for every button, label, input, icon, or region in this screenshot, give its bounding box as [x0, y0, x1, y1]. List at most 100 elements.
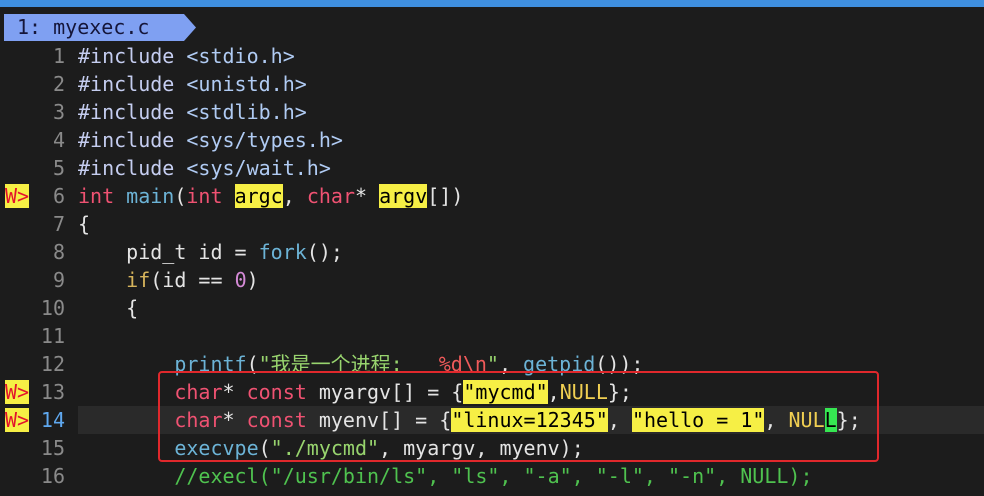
code-token: ,: [607, 408, 632, 432]
line-code: #include <stdio.h>: [78, 42, 295, 70]
code-token: {: [78, 212, 91, 236]
code-line[interactable]: 10 {: [0, 294, 984, 322]
code-token: #include: [78, 156, 187, 180]
code-line[interactable]: 7{: [0, 210, 984, 238]
code-token: []): [427, 184, 464, 208]
code-token: (: [174, 184, 187, 208]
code-token: <sys/types.h>: [186, 128, 343, 152]
line-number: 4: [52, 128, 65, 152]
code-token: "我是一个进程:: [258, 352, 415, 376]
line-code: execvpe("./mycmd", myargv, myenv);: [78, 434, 584, 462]
code-token: #include: [78, 44, 187, 68]
code-token: (: [258, 436, 271, 460]
code-line[interactable]: 5 #include <sys/wait.h>: [0, 154, 984, 182]
code-token: ,: [498, 352, 524, 376]
code-line[interactable]: 2 #include <unistd.h>: [0, 70, 984, 98]
line-number: 6: [52, 184, 65, 208]
code-token: <sys/wait.h>: [186, 156, 331, 180]
line-number: 7: [52, 212, 65, 236]
code-token: char: [174, 380, 223, 404]
code-token: };: [607, 380, 632, 404]
editor-buffer[interactable]: 1 #include <stdio.h> 2 #include <unistd.h> 3…: [0, 42, 984, 490]
code-token: ,: [764, 408, 789, 432]
line-number: 12: [40, 352, 65, 376]
warning-highlight: "hello = 1": [631, 408, 765, 432]
code-line[interactable]: 4 #include <sys/types.h>: [0, 126, 984, 154]
code-token: pid_t id =: [78, 240, 259, 264]
code-token: "./mycmd": [270, 436, 380, 460]
code-line[interactable]: W> 13 char* const myargv[] = {"mycmd",NUL…: [0, 378, 984, 406]
code-line[interactable]: 3 #include <stdlib.h>: [0, 98, 984, 126]
code-line[interactable]: 16 //execl("/usr/bin/ls", "ls", "-a", "-…: [0, 462, 984, 490]
line-number: 8: [52, 240, 65, 264]
code-line[interactable]: 1 #include <stdio.h>: [0, 42, 984, 70]
line-code: char* const myenv[] = {"linux=12345", "h…: [78, 406, 861, 434]
code-token: %d\n: [438, 352, 487, 376]
line-number: 11: [40, 324, 65, 348]
line-code: {: [78, 294, 138, 322]
code-token: {: [78, 296, 139, 320]
code-token: const: [246, 380, 307, 404]
code-line[interactable]: W> 6 int main(int argc, char* argv[]): [0, 182, 984, 210]
code-token: #include: [78, 72, 187, 96]
warning-highlight: "mycmd": [463, 380, 548, 404]
code-line[interactable]: 12 printf("我是一个进程: %d\n", getpid());: [0, 350, 984, 378]
code-token: char: [306, 184, 355, 208]
line-number: 5: [52, 156, 65, 180]
code-token: if: [126, 268, 151, 292]
code-token: , myargv, myenv);: [379, 436, 584, 460]
code-token: 0: [234, 268, 247, 292]
line-code: #include <sys/wait.h>: [78, 154, 331, 182]
code-token: };: [836, 408, 861, 432]
line-number: 10: [40, 296, 65, 320]
code-line[interactable]: 9 if(id == 0): [0, 266, 984, 294]
warning-highlight: argv: [379, 184, 428, 208]
file-tab[interactable]: 1: myexec.c: [4, 14, 196, 41]
code-token: <unistd.h>: [186, 72, 307, 96]
warning-highlight: "linux=12345": [451, 408, 608, 432]
code-line[interactable]: 8 pid_t id = fork();: [0, 238, 984, 266]
code-token: int: [78, 184, 115, 208]
code-token: ,: [547, 380, 560, 404]
code-token: myargv[] = {: [306, 380, 464, 404]
code-token: NUL: [788, 408, 825, 432]
code-token: <stdio.h>: [186, 44, 295, 68]
line-code: //execl("/usr/bin/ls", "ls", "-a", "-l",…: [78, 462, 813, 490]
line-code: printf("我是一个进程: %d\n", getpid());: [78, 350, 643, 378]
line-code: {: [78, 210, 90, 238]
code-token: //execl("/usr/bin/ls", "ls", "-a", "-l",…: [174, 464, 813, 488]
line-number: 16: [40, 464, 65, 488]
code-token: execvpe: [174, 436, 259, 460]
code-token: *: [355, 184, 380, 208]
text-cursor: L: [824, 408, 837, 432]
code-token: (: [246, 352, 259, 376]
code-token: <stdlib.h>: [186, 100, 307, 124]
code-token: ();: [306, 240, 343, 264]
code-token: ,: [282, 184, 307, 208]
code-line[interactable]: W> 14 char* const myenv[] = {"linux=12345…: [0, 406, 984, 434]
code-token: const: [246, 408, 307, 432]
line-code: #include <sys/types.h>: [78, 126, 343, 154]
warning-highlight: argc: [234, 184, 283, 208]
code-token: fork: [258, 240, 307, 264]
line-number: 14: [40, 408, 65, 432]
code-token: #include: [78, 128, 187, 152]
code-token: printf: [174, 352, 247, 376]
code-line[interactable]: 11: [0, 322, 984, 350]
window-top-border: [0, 0, 984, 7]
code-token: char: [174, 408, 223, 432]
line-code: int main(int argc, char* argv[]): [78, 182, 463, 210]
code-token: (id ==: [150, 268, 235, 292]
code-token: ": [486, 352, 499, 376]
line-number: 9: [52, 268, 65, 292]
code-token: main: [126, 184, 175, 208]
code-line[interactable]: 15 execvpe("./mycmd", myargv, myenv);: [0, 434, 984, 462]
code-token: myenv[] = {: [306, 408, 452, 432]
